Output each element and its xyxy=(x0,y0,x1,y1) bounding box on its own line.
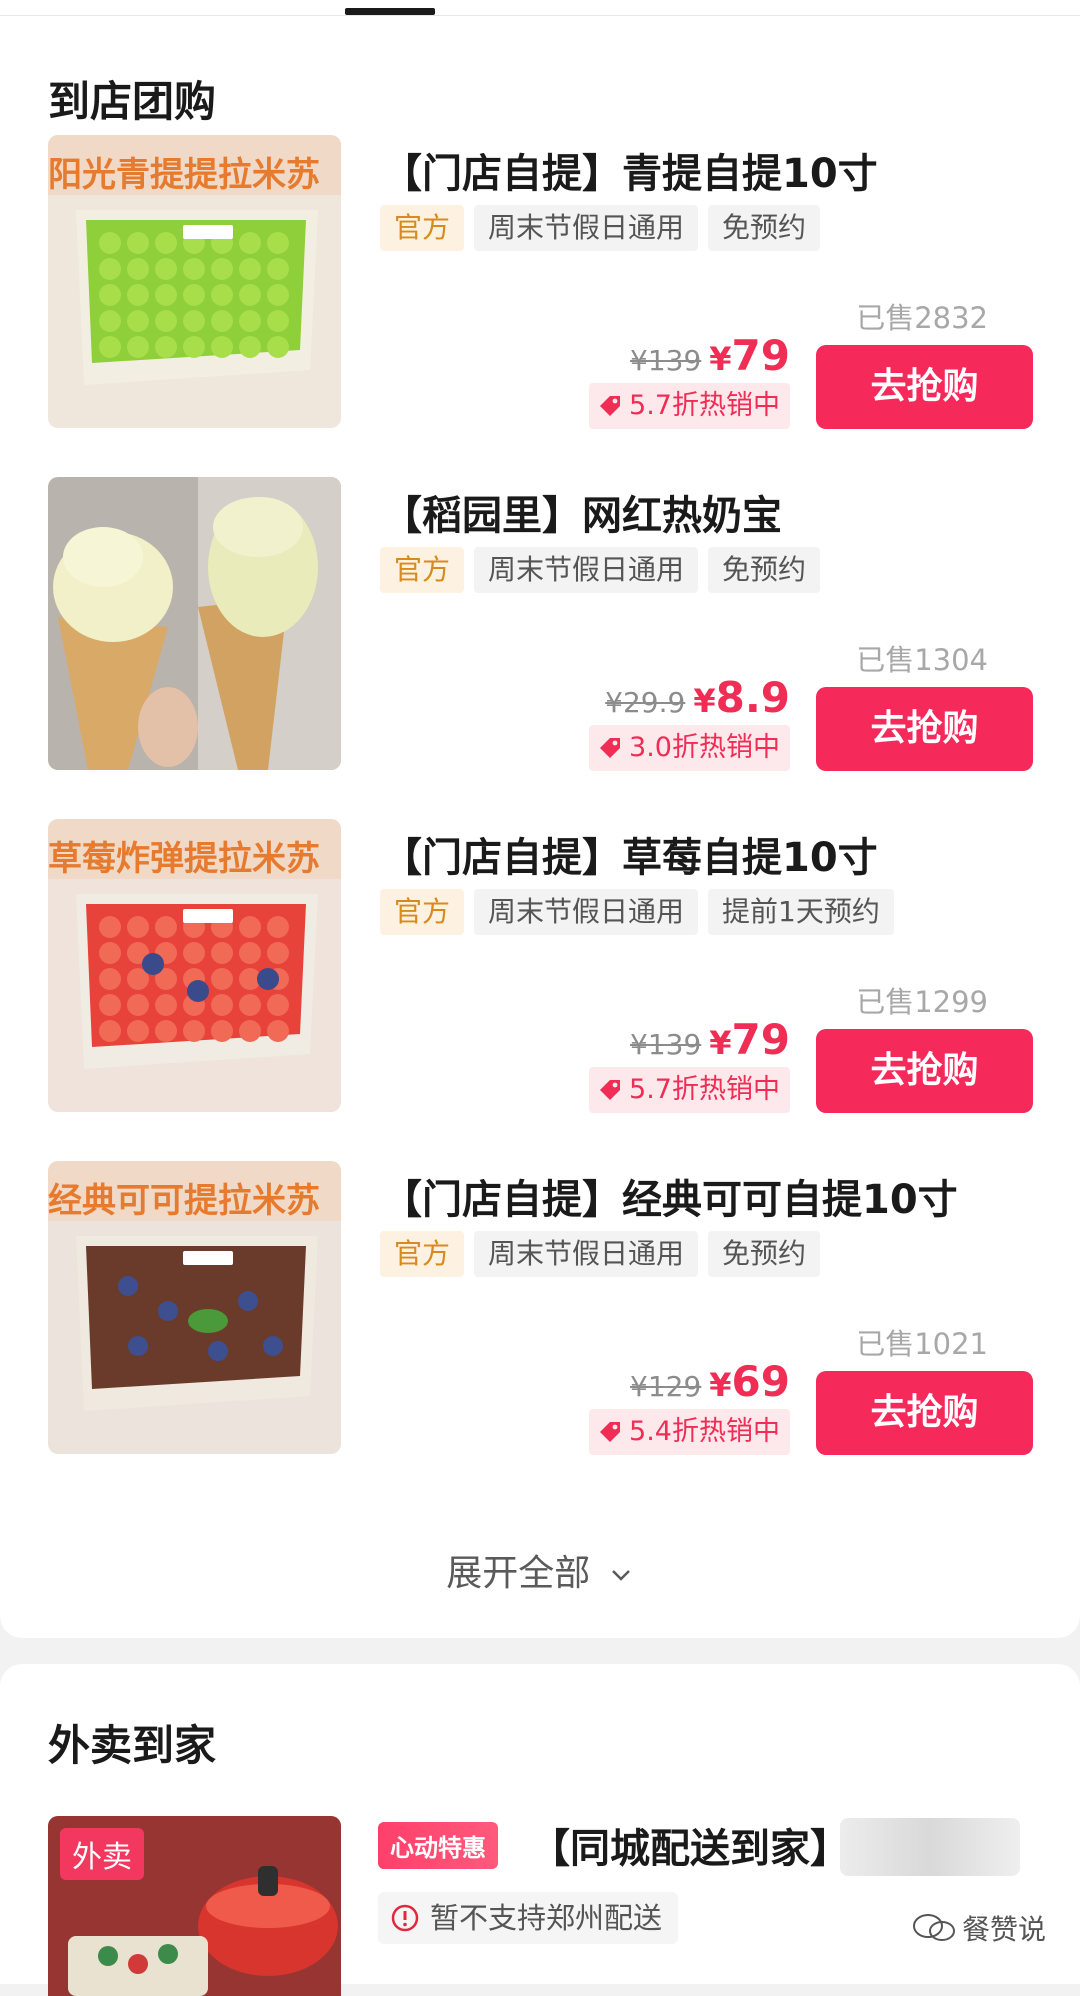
currency-symbol: ¥ xyxy=(709,1024,732,1062)
feature-tag: 周末节假日通用 xyxy=(474,547,699,593)
deal-item[interactable]: 经典可可提拉米苏 【门店自提】经典可可自提10寸 官方 周末节假日通用 免预约 已售… xyxy=(0,1161,1080,1459)
sale-price-value: 79 xyxy=(731,1015,790,1064)
hot-sale-badge: 5.4折热销中 xyxy=(589,1409,790,1455)
warning-icon xyxy=(391,1904,419,1932)
original-price: ¥139 xyxy=(630,344,702,377)
sale-price: ¥79 xyxy=(709,1015,790,1064)
blurred-text xyxy=(840,1818,1020,1876)
delivery-notice: 暂不支持郑州配送 xyxy=(378,1892,679,1944)
deal-tags: 官方 周末节假日通用 免预约 xyxy=(380,205,821,251)
deal-image: 阳光青提提拉米苏 xyxy=(48,135,341,428)
chevron-down-icon xyxy=(611,1570,630,1581)
feature-tag: 免预约 xyxy=(708,547,821,593)
price-row: ¥139 ¥79 xyxy=(630,1015,790,1064)
official-tag: 官方 xyxy=(380,547,465,593)
deal-tags: 官方 周末节假日通用 提前1天预约 xyxy=(380,889,894,935)
buy-now-button[interactable]: 去抢购 xyxy=(816,1371,1033,1455)
sold-count: 已售1021 xyxy=(856,1327,988,1361)
hot-sale-label: 5.7折热销中 xyxy=(629,1074,780,1105)
original-price: ¥139 xyxy=(630,1028,702,1061)
currency-symbol: ¥ xyxy=(709,340,732,378)
chat-bubble-icon xyxy=(913,1914,955,1941)
sold-count: 已售1299 xyxy=(856,985,988,1019)
price-tag-icon xyxy=(600,1422,621,1442)
feature-tag: 免预约 xyxy=(708,1231,821,1277)
currency-symbol: ¥ xyxy=(693,682,716,720)
price-row: ¥29.9 ¥8.9 xyxy=(605,673,790,722)
active-tab-indicator xyxy=(345,8,435,15)
deal-item[interactable]: 草莓炸弹提拉米苏 【门店自提】草莓自提10寸 官方 周末节假日通用 提前1天预约 已… xyxy=(0,819,1080,1117)
official-tag: 官方 xyxy=(380,205,465,251)
currency-symbol: ¥ xyxy=(709,1366,732,1404)
deal-image: 经典可可提拉米苏 xyxy=(48,1161,341,1454)
buy-now-button[interactable]: 去抢购 xyxy=(816,345,1033,429)
price-row: ¥139 ¥79 xyxy=(630,331,790,380)
buy-now-button[interactable]: 去抢购 xyxy=(816,1029,1033,1113)
deal-title: 【门店自提】草莓自提10寸 xyxy=(382,835,878,881)
deal-item[interactable]: 阳光青提提拉米苏 【门店自提】青提自提10寸 官方 周末节假日通用 免预约 已售28… xyxy=(0,135,1080,433)
sale-price: ¥79 xyxy=(709,331,790,380)
deal-title: 【门店自提】青提自提10寸 xyxy=(382,151,878,197)
hot-sale-label: 5.4折热销中 xyxy=(629,1416,780,1447)
delivery-card: 外卖到家 外卖 心动特惠 【同城配送到家】 暂不支持郑州配送 餐赞说 xyxy=(0,1664,1080,1996)
sale-price-value: 69 xyxy=(731,1357,790,1406)
group-buy-card: 到店团购 阳光青提提拉米苏 【门店自提】青提自提10寸 官方 周末节假日通用 免预约… xyxy=(0,16,1080,1638)
section-title-group-buy: 到店团购 xyxy=(48,77,217,126)
deal-tags: 官方 周末节假日通用 免预约 xyxy=(380,1231,821,1277)
price-tag-icon xyxy=(600,1080,621,1100)
price-row: ¥129 ¥69 xyxy=(630,1357,790,1406)
watermark-text: 餐赞说 xyxy=(962,1913,1047,1946)
feature-tag: 提前1天预约 xyxy=(708,889,894,935)
deal-tags: 官方 周末节假日通用 免预约 xyxy=(380,547,821,593)
deal-image-caption: 阳光青提提拉米苏 xyxy=(48,155,320,195)
section-title-delivery: 外卖到家 xyxy=(48,1721,217,1770)
deal-title: 【门店自提】经典可可自提10寸 xyxy=(382,1177,958,1223)
original-price: ¥129 xyxy=(630,1370,702,1403)
sold-count: 已售1304 xyxy=(856,643,988,677)
deal-item[interactable]: 【稻园里】网红热奶宝 官方 周末节假日通用 免预约 已售1304 ¥29.9 ¥8.… xyxy=(0,477,1080,775)
official-tag: 官方 xyxy=(380,889,465,935)
feature-tag: 周末节假日通用 xyxy=(474,1231,699,1277)
price-tag-icon xyxy=(600,738,621,758)
delivery-item[interactable]: 外卖 心动特惠 【同城配送到家】 暂不支持郑州配送 餐赞说 xyxy=(0,1816,1080,1996)
expand-all-button[interactable]: 展开全部 xyxy=(0,1544,1080,1596)
hot-sale-badge: 5.7折热销中 xyxy=(589,383,790,429)
feature-tag: 周末节假日通用 xyxy=(474,205,699,251)
watermark: 餐赞说 xyxy=(912,1908,1046,1948)
price-tag-icon xyxy=(600,396,621,416)
buy-now-button[interactable]: 去抢购 xyxy=(816,687,1033,771)
sold-count: 已售2832 xyxy=(856,301,988,335)
feature-tag: 免预约 xyxy=(708,205,821,251)
deal-title: 【稻园里】网红热奶宝 xyxy=(382,493,782,539)
deal-image-caption: 经典可可提拉米苏 xyxy=(48,1181,320,1221)
deal-image: 草莓炸弹提拉米苏 xyxy=(48,819,341,1112)
hot-sale-label: 3.0折热销中 xyxy=(629,732,780,763)
hot-sale-badge: 5.7折热销中 xyxy=(589,1067,790,1113)
delivery-item-title: 【同城配送到家】 xyxy=(530,1826,850,1872)
delivery-badge: 外卖 xyxy=(60,1828,144,1880)
hot-sale-badge: 3.0折热销中 xyxy=(589,725,790,771)
deal-image xyxy=(48,477,341,770)
official-tag: 官方 xyxy=(380,1231,465,1277)
deal-image-caption: 草莓炸弹提拉米苏 xyxy=(48,839,320,879)
feature-tag: 周末节假日通用 xyxy=(474,889,699,935)
sale-price-value: 79 xyxy=(731,331,790,380)
original-price: ¥29.9 xyxy=(605,686,686,719)
sale-price-value: 8.9 xyxy=(715,673,790,722)
sale-price: ¥69 xyxy=(709,1357,790,1406)
sale-price: ¥8.9 xyxy=(693,673,790,722)
top-tab-strip xyxy=(0,0,1080,16)
expand-all-label: 展开全部 xyxy=(446,1553,591,1594)
delivery-notice-text: 暂不支持郑州配送 xyxy=(430,1901,663,1935)
delivery-item-image: 外卖 xyxy=(48,1816,341,1996)
promo-badge: 心动特惠 xyxy=(378,1822,498,1869)
hot-sale-label: 5.7折热销中 xyxy=(629,390,780,421)
